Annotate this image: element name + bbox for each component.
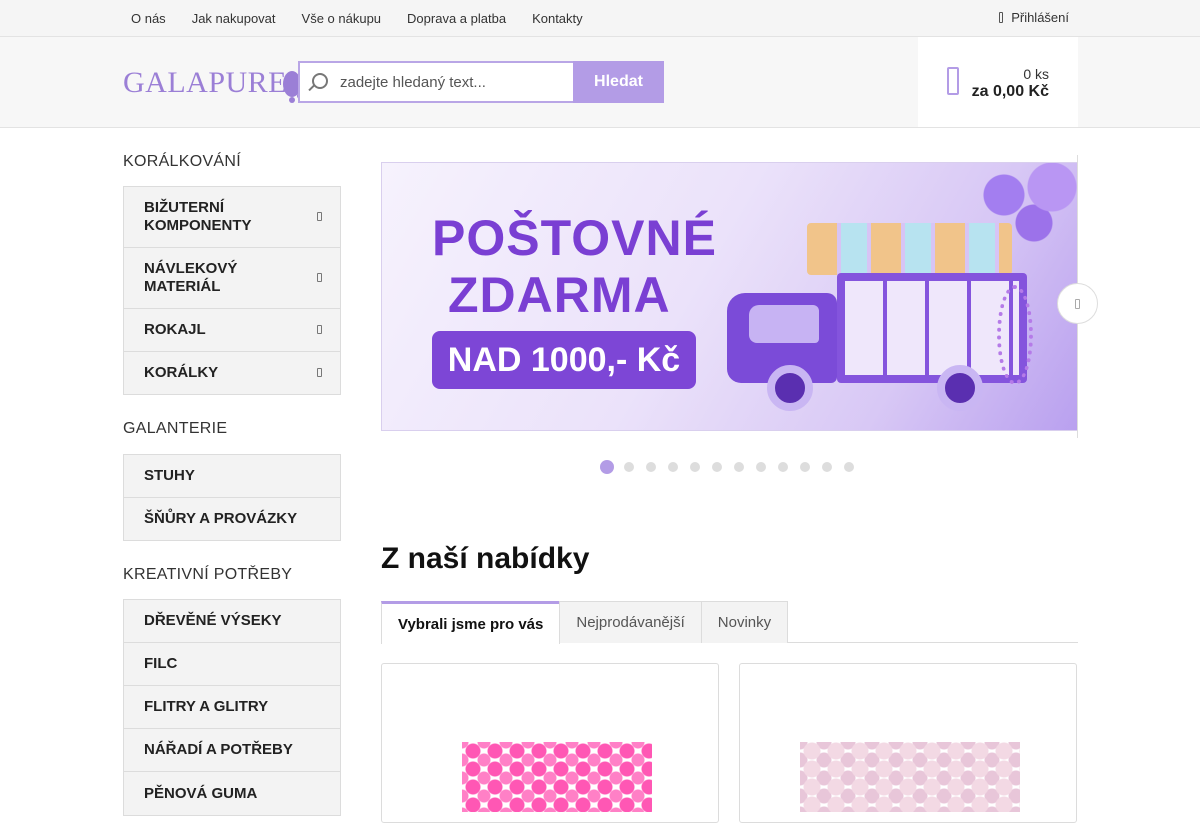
link-kontakty[interactable]: Kontakty bbox=[519, 11, 596, 26]
cart-total: za 0,00 Kč bbox=[971, 83, 1049, 100]
slider-dot[interactable] bbox=[778, 462, 788, 472]
product-card[interactable] bbox=[739, 663, 1077, 823]
menu-item-flitry-a-glitry[interactable]: FLITRY A GLITRY bbox=[124, 686, 340, 729]
product-image-pearl-beads bbox=[800, 742, 1020, 812]
search-box bbox=[298, 61, 573, 103]
slider-dot[interactable] bbox=[668, 462, 678, 472]
menu-koralkovani: BIŽUTERNÍ KOMPONENTY NÁVLEKOVÝ MATERIÁL … bbox=[123, 186, 341, 395]
link-jak-nakupovat[interactable]: Jak nakupovat bbox=[179, 11, 289, 26]
section-title-galanterie: GALANTERIE bbox=[123, 420, 228, 437]
slider-dot[interactable] bbox=[822, 462, 832, 472]
banner-line-1: POŠTOVNÉ bbox=[432, 210, 717, 266]
menu-item-snury-a-provazky[interactable]: ŠŇŮRY A PROVÁZKY bbox=[124, 498, 340, 540]
menu-item-label: NÁŘADÍ A POTŘEBY bbox=[144, 741, 293, 758]
logo[interactable]: GALAPURE bbox=[123, 67, 307, 103]
slider-dot[interactable] bbox=[844, 462, 854, 472]
menu-item-label: FLITRY A GLITRY bbox=[144, 698, 269, 715]
delivery-truck-illustration bbox=[727, 215, 1067, 415]
menu-item-label: NÁVLEKOVÝ MATERIÁL bbox=[144, 260, 238, 295]
truck-window bbox=[749, 305, 819, 343]
link-o-nas[interactable]: O nás bbox=[118, 11, 179, 26]
offers-tabs: Vybrali jsme pro vás Nejprodávanější Nov… bbox=[381, 601, 1078, 644]
search-form: Hledat bbox=[298, 61, 664, 103]
bead-crates bbox=[807, 223, 1012, 275]
menu-item-filc[interactable]: FILC bbox=[124, 643, 340, 686]
chevron-right-icon bbox=[317, 368, 322, 377]
site-header: GALAPURE Hledat 0 ks za 0,00 Kč bbox=[0, 37, 1200, 128]
cart-widget[interactable]: 0 ks za 0,00 Kč bbox=[918, 37, 1078, 127]
product-card[interactable] bbox=[381, 663, 719, 823]
menu-item-naradi-a-potreby[interactable]: NÁŘADÍ A POTŘEBY bbox=[124, 729, 340, 772]
menu-item-penova-guma[interactable]: PĚNOVÁ GUMA bbox=[124, 772, 340, 815]
tab-vybrali-jsme-pro-vas[interactable]: Vybrali jsme pro vás bbox=[381, 601, 561, 644]
chevron-right-icon bbox=[1075, 298, 1080, 309]
section-title-koralkovani: KORÁLKOVÁNÍ bbox=[123, 153, 242, 170]
menu-galanterie: STUHY ŠŇŮRY A PROVÁZKY bbox=[123, 454, 341, 541]
truck-wheel bbox=[937, 365, 983, 411]
truck-wheel bbox=[767, 365, 813, 411]
slider-dots bbox=[600, 460, 866, 474]
login-link[interactable]: Přihlášení bbox=[999, 0, 1069, 34]
banner-next-button[interactable] bbox=[1057, 283, 1098, 324]
menu-item-label: FILC bbox=[144, 655, 178, 672]
tab-novinky[interactable]: Novinky bbox=[700, 601, 789, 643]
menu-kreativni-potreby: DŘEVĚNÉ VÝSEKY FILC FLITRY A GLITRY NÁŘA… bbox=[123, 599, 341, 816]
product-image-pink-beads bbox=[462, 742, 652, 812]
menu-item-stuhy[interactable]: STUHY bbox=[124, 455, 340, 498]
top-navigation: O nás Jak nakupovat Vše o nákupu Doprava… bbox=[0, 0, 1200, 37]
lock-icon bbox=[999, 11, 1004, 23]
slider-dot[interactable] bbox=[756, 462, 766, 472]
menu-item-label: ŠŇŮRY A PROVÁZKY bbox=[144, 510, 298, 527]
menu-item-label: BIŽUTERNÍ KOMPONENTY bbox=[144, 199, 252, 234]
slider-dot[interactable] bbox=[690, 462, 700, 472]
chevron-right-icon bbox=[317, 325, 322, 334]
slider-dot[interactable] bbox=[646, 462, 656, 472]
slider-dot[interactable] bbox=[800, 462, 810, 472]
banner-line-2: ZDARMA bbox=[448, 267, 671, 323]
banner-threshold-badge: NAD 1000,- Kč bbox=[432, 331, 696, 389]
slider-dot[interactable] bbox=[712, 462, 722, 472]
link-doprava-a-platba[interactable]: Doprava a platba bbox=[394, 11, 519, 26]
promo-banner[interactable]: POŠTOVNÉ ZDARMA NAD 1000,- Kč bbox=[381, 155, 1078, 438]
chevron-right-icon bbox=[317, 212, 322, 221]
shopping-bag-icon bbox=[947, 67, 959, 95]
menu-item-label: DŘEVĚNÉ VÝSEKY bbox=[144, 612, 282, 629]
banner-frame: POŠTOVNÉ ZDARMA NAD 1000,- Kč bbox=[381, 162, 1078, 431]
menu-item-rokajl[interactable]: ROKAJL bbox=[124, 309, 340, 352]
menu-item-navlekovy-material[interactable]: NÁVLEKOVÝ MATERIÁL bbox=[124, 248, 340, 309]
slider-dot[interactable] bbox=[624, 462, 634, 472]
search-input[interactable] bbox=[340, 73, 565, 91]
top-links: O nás Jak nakupovat Vše o nákupu Doprava… bbox=[118, 0, 596, 36]
truck-shelves bbox=[845, 281, 1019, 375]
offers-title: Z naší nabídky bbox=[381, 542, 590, 575]
cart-count: 0 ks bbox=[1023, 66, 1049, 82]
menu-item-label: STUHY bbox=[144, 467, 195, 484]
menu-item-label: KORÁLKY bbox=[144, 364, 219, 381]
menu-item-label: ROKAJL bbox=[144, 321, 206, 338]
menu-item-drevene-vyseky[interactable]: DŘEVĚNÉ VÝSEKY bbox=[124, 600, 340, 643]
search-icon bbox=[312, 73, 328, 89]
slider-dot[interactable] bbox=[734, 462, 744, 472]
menu-item-koralky[interactable]: KORÁLKY bbox=[124, 352, 340, 394]
logo-text: GALAPURE bbox=[123, 66, 288, 99]
link-vse-o-nakupu[interactable]: Vše o nákupu bbox=[289, 11, 395, 26]
section-title-kreativni-potreby: KREATIVNÍ POTŘEBY bbox=[123, 566, 293, 583]
tab-nejprodavanejsi[interactable]: Nejprodávanější bbox=[559, 601, 702, 643]
bead-string bbox=[997, 285, 1033, 385]
search-button[interactable]: Hledat bbox=[573, 61, 664, 103]
slider-dot[interactable] bbox=[600, 460, 614, 474]
menu-item-bizuterni-komponenty[interactable]: BIŽUTERNÍ KOMPONENTY bbox=[124, 187, 340, 248]
chevron-right-icon bbox=[317, 273, 322, 282]
login-label: Přihlášení bbox=[1011, 9, 1069, 25]
